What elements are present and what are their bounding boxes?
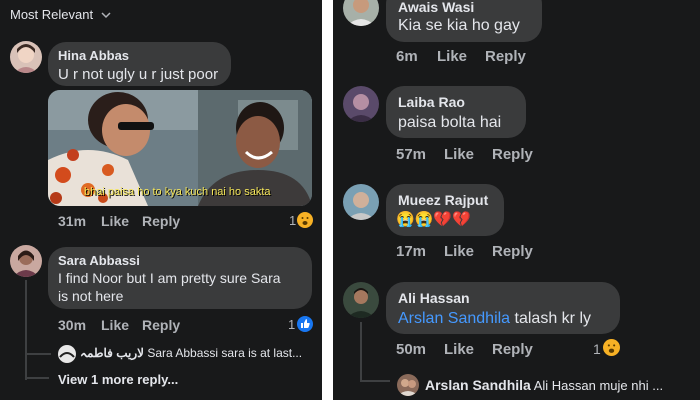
comment-bubble: Laiba Rao paisa bolta hai [386, 86, 526, 138]
reply-button[interactable]: Reply [492, 146, 533, 163]
comment-bubble: Hina Abbas U r not ugly u r just poor [48, 42, 231, 86]
avatar[interactable] [343, 0, 379, 26]
reaction-count[interactable]: 1 [288, 317, 295, 332]
avatar[interactable] [10, 245, 42, 277]
avatar[interactable] [397, 374, 419, 396]
like-button[interactable]: Like [444, 341, 474, 358]
like-button[interactable]: Like [437, 48, 467, 65]
meme-image[interactable]: bhai paisa ho to kya kuch nai ho sakta [48, 90, 312, 206]
comment-time[interactable]: 50m [396, 341, 426, 358]
comment-time[interactable]: 6m [396, 48, 418, 65]
thread-line [25, 280, 27, 380]
like-button[interactable]: Like [444, 243, 474, 260]
commenter-name[interactable]: Mueez Rajput [398, 192, 488, 208]
reply-preview[interactable]: Arslan Sandhila Ali Hassan muje nhi ... [425, 377, 663, 393]
comment-time[interactable]: 17m [396, 243, 426, 260]
reply-button[interactable]: Reply [492, 341, 533, 358]
like-button[interactable]: Like [444, 146, 474, 163]
like-button[interactable]: Like [101, 213, 129, 229]
sort-label: Most Relevant [10, 7, 94, 22]
thread-line [25, 353, 51, 355]
comment-text: paisa bolta hai [398, 114, 502, 131]
avatar[interactable] [343, 282, 379, 318]
comment-text: Kia se kia ho gay [398, 17, 520, 34]
comment-text-line: is not here [58, 288, 124, 304]
commenter-name[interactable]: Ali Hassan [398, 290, 470, 306]
reaction-count[interactable]: 1 [289, 213, 296, 228]
view-more-replies-link[interactable]: View 1 more reply... [58, 372, 178, 387]
thread-line [360, 380, 390, 382]
commenter-name[interactable]: Sara Abbassi [58, 253, 140, 268]
avatar[interactable] [343, 184, 379, 220]
comment-text: 😭😭💔💔 [396, 211, 471, 228]
haha-reaction-icon [297, 212, 313, 228]
comment-bubble: Awais Wasi Kia se kia ho gay [386, 0, 542, 42]
comment-bubble: Ali Hassan Arslan Sandhila talash kr ly [386, 282, 620, 334]
thread-line [360, 322, 362, 380]
comment-time[interactable]: 31m [58, 213, 86, 229]
reply-author[interactable]: لاریب فاطمہ [80, 346, 144, 360]
comment-time[interactable]: 30m [58, 317, 86, 333]
chevron-down-icon [101, 8, 111, 23]
comment-bubble: Sara Abbassi I find Noor but I am pretty… [48, 247, 312, 309]
comment-text: U r not ugly u r just poor [58, 66, 219, 83]
comment-text-rest: talash kr ly [510, 310, 591, 327]
commenter-name[interactable]: Laiba Rao [398, 94, 465, 110]
avatar[interactable] [10, 41, 42, 73]
thread-line [25, 377, 49, 379]
sort-dropdown[interactable]: Most Relevant [10, 7, 111, 23]
reply-text: Sara Abbassi sara is at last... [147, 346, 303, 360]
reply-button[interactable]: Reply [492, 243, 533, 260]
commenter-name[interactable]: Awais Wasi [398, 0, 474, 15]
avatar[interactable] [343, 86, 379, 122]
comments-panel-right: Awais Wasi Kia se kia ho gay 6m Like Rep… [333, 0, 700, 400]
avatar[interactable] [58, 345, 76, 363]
reply-author[interactable]: Arslan Sandhila [425, 377, 531, 393]
haha-reaction-icon [603, 339, 620, 356]
reply-preview[interactable]: لاریب فاطمہ Sara Abbassi sara is at last… [80, 346, 302, 360]
comment-bubble: Mueez Rajput 😭😭💔💔 [386, 184, 504, 236]
reply-button[interactable]: Reply [142, 317, 180, 333]
comment-time[interactable]: 57m [396, 146, 426, 163]
reply-button[interactable]: Reply [142, 213, 180, 229]
like-button[interactable]: Like [101, 317, 129, 333]
comment-text: Arslan Sandhila talash kr ly [398, 308, 591, 329]
reaction-count[interactable]: 1 [593, 341, 601, 357]
comments-panel-left: Most Relevant Hina Abbas U r not ugly u … [0, 0, 322, 400]
reply-button[interactable]: Reply [485, 48, 526, 65]
meme-caption: bhai paisa ho to kya kuch nai ho sakta [84, 186, 271, 198]
reply-text: Ali Hassan muje nhi ... [533, 378, 664, 393]
like-reaction-icon [297, 316, 313, 332]
mention-link[interactable]: Arslan Sandhila [398, 310, 510, 327]
commenter-name[interactable]: Hina Abbas [58, 48, 129, 63]
